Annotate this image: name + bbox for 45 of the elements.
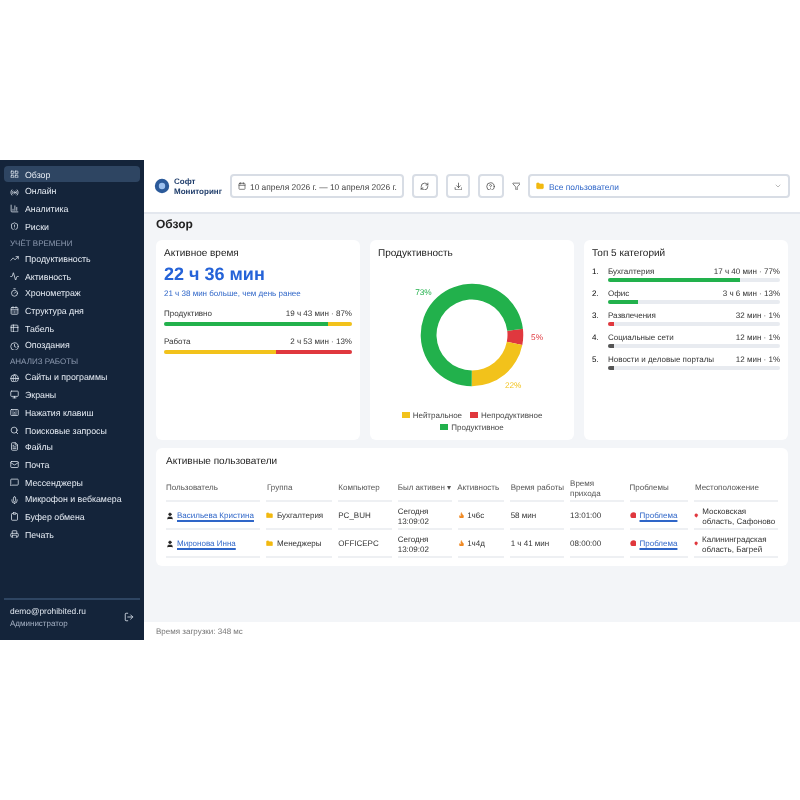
help-icon (486, 181, 496, 191)
user-icon (166, 511, 174, 519)
microphone-icon (10, 495, 19, 505)
calendar-icon (237, 182, 246, 190)
calendar-icon (10, 306, 19, 316)
alert-icon (629, 539, 637, 547)
help-button[interactable] (478, 174, 504, 198)
download-button[interactable] (445, 174, 471, 198)
monitor-icon (10, 390, 19, 400)
folder-icon (536, 182, 545, 190)
timer-icon (10, 288, 19, 298)
grid-icon (10, 169, 19, 179)
globe-icon (10, 373, 19, 383)
pin-icon (694, 539, 700, 547)
flame-icon (457, 539, 465, 547)
trend-icon (10, 254, 19, 264)
download-icon (453, 181, 463, 191)
chart-icon (10, 204, 19, 214)
mail-icon (10, 460, 19, 470)
refresh-button[interactable] (412, 174, 438, 198)
filter-icon[interactable] (511, 181, 521, 191)
folder-icon (266, 511, 274, 519)
table-icon (10, 323, 19, 333)
printer-icon (10, 529, 19, 539)
search-icon (10, 425, 19, 435)
radio-icon (10, 187, 19, 197)
active-time-value: 22 ч 36 мин (164, 264, 267, 284)
logo-icon (154, 178, 170, 194)
user-icon (166, 539, 174, 547)
clipboard-icon (10, 512, 19, 522)
keyboard-icon (10, 408, 19, 418)
pin-icon (694, 511, 700, 519)
alert-icon (629, 511, 637, 519)
file-icon (10, 442, 19, 452)
legend-swatch (401, 412, 410, 418)
chat-icon (10, 477, 19, 487)
flame-icon (457, 511, 465, 519)
folder-icon (266, 539, 274, 547)
clock-icon (10, 341, 19, 351)
pulse-icon (10, 271, 19, 281)
refresh-icon (420, 181, 430, 191)
shield-icon (10, 221, 19, 231)
legend-swatch (470, 412, 479, 418)
legend-swatch (440, 424, 449, 430)
logout-icon[interactable] (124, 612, 134, 622)
